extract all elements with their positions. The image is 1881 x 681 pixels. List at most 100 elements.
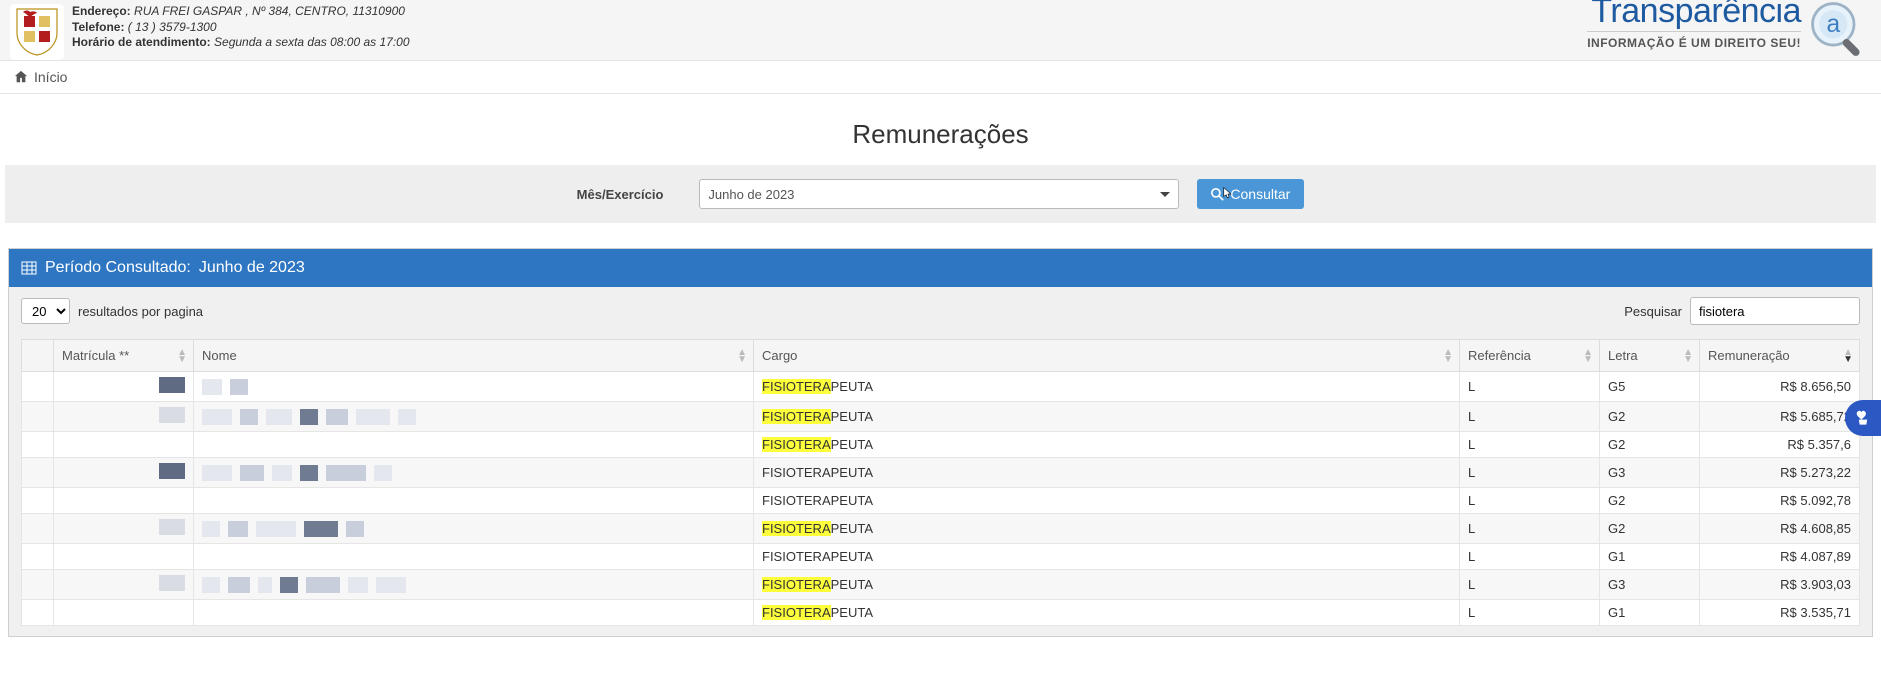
panel-header: Período Consultado: Junho de 2023 xyxy=(9,249,1872,287)
cell-referencia: L xyxy=(1460,544,1600,570)
table-row[interactable]: FISIOTERAPEUTALG1R$ 4.087,89 xyxy=(22,544,1860,570)
search-input[interactable] xyxy=(1690,297,1860,325)
page-size-label: resultados por pagina xyxy=(78,304,203,319)
table-row[interactable]: FISIOTERAPEUTALG5R$ 8.656,50 xyxy=(22,372,1860,402)
cell-cargo: FISIOTERAPEUTA xyxy=(754,372,1460,402)
cell-remuneracao: R$ 4.608,85 xyxy=(1700,514,1860,544)
filter-bar: Mês/Exercício Junho de 2023 Consultar xyxy=(5,165,1876,223)
cell-remuneracao: R$ 5.357,6 xyxy=(1700,432,1860,458)
panel-title-label: Período Consultado: xyxy=(45,259,191,277)
brand: Transparência INFORMAÇÃO É UM DIREITO SE… xyxy=(1587,4,1871,50)
cell-nome xyxy=(194,432,754,458)
accessibility-badge[interactable] xyxy=(1845,400,1881,436)
address-label: Endereço: xyxy=(72,4,131,18)
hours-label: Horário de atendimento: xyxy=(72,35,211,49)
cell-nome xyxy=(194,402,754,432)
cell-nome xyxy=(194,372,754,402)
table-header-row: Matrícula **▲▼ Nome▲▼ Cargo▲▼ Referência… xyxy=(22,340,1860,372)
cell-letra: G2 xyxy=(1600,514,1700,544)
col-letra[interactable]: Letra▲▼ xyxy=(1600,340,1700,372)
row-expand-cell[interactable] xyxy=(22,544,54,570)
cell-nome xyxy=(194,514,754,544)
cell-letra: G3 xyxy=(1600,570,1700,600)
cell-cargo: FISIOTERAPEUTA xyxy=(754,402,1460,432)
table-icon xyxy=(21,260,37,276)
cell-nome xyxy=(194,544,754,570)
table-row[interactable]: FISIOTERAPEUTALG2R$ 5.092,78 xyxy=(22,488,1860,514)
results-panel: Período Consultado: Junho de 2023 20 res… xyxy=(8,248,1873,637)
nav-home-label: Início xyxy=(34,69,67,85)
cell-matricula xyxy=(54,432,194,458)
cell-letra: G2 xyxy=(1600,432,1700,458)
cell-nome xyxy=(194,488,754,514)
brand-subtitle: INFORMAÇÃO É UM DIREITO SEU! xyxy=(1587,31,1801,50)
municipal-coat-of-arms-icon xyxy=(10,4,64,60)
results-table: Matrícula **▲▼ Nome▲▼ Cargo▲▼ Referência… xyxy=(21,339,1860,626)
cell-referencia: L xyxy=(1460,402,1600,432)
cell-letra: G1 xyxy=(1600,600,1700,626)
panel-body: 20 resultados por pagina Pesquisar Matrí… xyxy=(9,287,1872,636)
period-select[interactable]: Junho de 2023 xyxy=(699,179,1179,209)
address-value: RUA FREI GASPAR , Nº 384, CENTRO, 113109… xyxy=(134,4,405,18)
row-expand-cell[interactable] xyxy=(22,372,54,402)
cell-cargo: FISIOTERAPEUTA xyxy=(754,514,1460,544)
panel-title-value: Junho de 2023 xyxy=(199,259,305,277)
filter-label: Mês/Exercício xyxy=(577,187,664,202)
table-row[interactable]: FISIOTERAPEUTALG3R$ 3.903,03 xyxy=(22,570,1860,600)
cell-referencia: L xyxy=(1460,458,1600,488)
cell-matricula xyxy=(54,600,194,626)
table-row[interactable]: FISIOTERAPEUTALG2R$ 5.685,72 xyxy=(22,402,1860,432)
row-expand-cell[interactable] xyxy=(22,488,54,514)
cell-matricula xyxy=(54,514,194,544)
page-size-select[interactable]: 20 xyxy=(21,298,70,324)
svg-text:a: a xyxy=(1826,11,1840,38)
table-row[interactable]: FISIOTERAPEUTALG2R$ 4.608,85 xyxy=(22,514,1860,544)
cell-referencia: L xyxy=(1460,600,1600,626)
table-row[interactable]: FISIOTERAPEUTALG1R$ 3.535,71 xyxy=(22,600,1860,626)
row-expand-cell[interactable] xyxy=(22,514,54,544)
cell-remuneracao: R$ 8.656,50 xyxy=(1700,372,1860,402)
home-icon xyxy=(14,70,28,84)
cell-remuneracao: R$ 5.092,78 xyxy=(1700,488,1860,514)
cell-matricula xyxy=(54,372,194,402)
col-remuneracao[interactable]: Remuneração▲▼ xyxy=(1700,340,1860,372)
row-expand-cell[interactable] xyxy=(22,402,54,432)
phone-value: ( 13 ) 3579-1300 xyxy=(128,20,217,34)
cell-referencia: L xyxy=(1460,432,1600,458)
nav-home-link[interactable]: Início xyxy=(14,69,67,85)
page-title: Remunerações xyxy=(0,94,1881,165)
consult-button[interactable]: Consultar xyxy=(1197,179,1304,209)
col-cargo[interactable]: Cargo▲▼ xyxy=(754,340,1460,372)
row-expand-cell[interactable] xyxy=(22,432,54,458)
table-toolbar: 20 resultados por pagina Pesquisar xyxy=(21,297,1860,325)
magnifier-icon: a xyxy=(1805,0,1871,62)
org-info: Endereço: RUA FREI GASPAR , Nº 384, CENT… xyxy=(10,4,410,60)
sort-icon: ▲▼ xyxy=(1443,349,1453,363)
org-lines: Endereço: RUA FREI GASPAR , Nº 384, CENT… xyxy=(72,4,410,51)
cell-nome xyxy=(194,600,754,626)
cell-remuneracao: R$ 5.685,72 xyxy=(1700,402,1860,432)
cell-cargo: FISIOTERAPEUTA xyxy=(754,458,1460,488)
cell-letra: G3 xyxy=(1600,458,1700,488)
row-expand-cell[interactable] xyxy=(22,600,54,626)
col-matricula[interactable]: Matrícula **▲▼ xyxy=(54,340,194,372)
cell-cargo: FISIOTERAPEUTA xyxy=(754,570,1460,600)
col-nome[interactable]: Nome▲▼ xyxy=(194,340,754,372)
cell-cargo: FISIOTERAPEUTA xyxy=(754,600,1460,626)
col-referencia[interactable]: Referência▲▼ xyxy=(1460,340,1600,372)
row-expand-cell[interactable] xyxy=(22,570,54,600)
cell-letra: G5 xyxy=(1600,372,1700,402)
chevron-down-icon xyxy=(1160,192,1170,197)
col-expand xyxy=(22,340,54,372)
table-row[interactable]: FISIOTERAPEUTALG3R$ 5.273,22 xyxy=(22,458,1860,488)
cell-letra: G2 xyxy=(1600,402,1700,432)
cell-matricula xyxy=(54,488,194,514)
cell-remuneracao: R$ 3.903,03 xyxy=(1700,570,1860,600)
cell-referencia: L xyxy=(1460,488,1600,514)
table-row[interactable]: FISIOTERAPEUTALG2R$ 5.357,6 xyxy=(22,432,1860,458)
row-expand-cell[interactable] xyxy=(22,458,54,488)
mouse-cursor-icon xyxy=(1219,187,1237,209)
cell-cargo: FISIOTERAPEUTA xyxy=(754,488,1460,514)
cell-nome xyxy=(194,570,754,600)
search-label: Pesquisar xyxy=(1624,304,1682,319)
